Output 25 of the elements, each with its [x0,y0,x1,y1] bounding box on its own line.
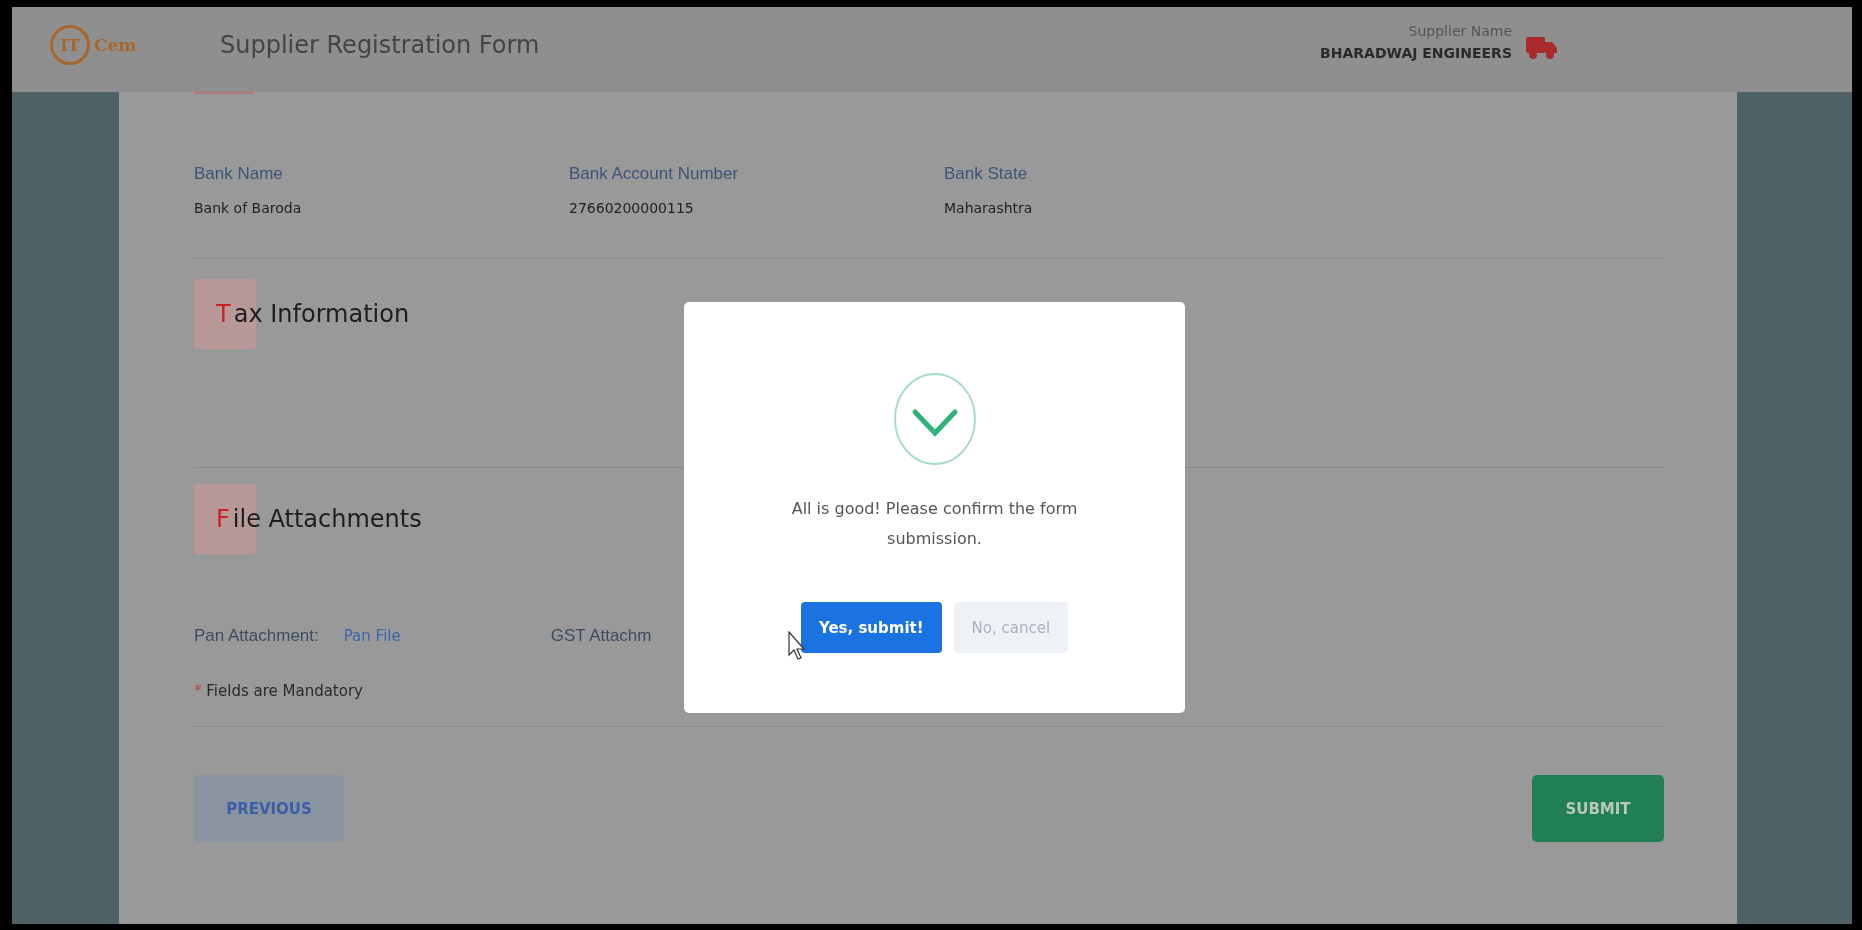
supplier-label: Supplier Name [1407,23,1512,39]
mouse-cursor-icon [788,631,808,661]
confirm-button[interactable]: Yes, submit! [800,602,942,653]
field-label: Bank Account Number [569,164,740,184]
logo-name: Cem [94,35,137,55]
submit-button[interactable]: SUBMIT [1532,775,1664,842]
field-value: 27660200000115 [569,200,695,216]
field-label: Bank Name [194,164,284,184]
page-title: Supplier Registration Form [220,31,540,59]
success-check-icon [892,372,977,466]
logo-mark: IT [50,25,90,65]
field-label: Bank State [944,164,1029,184]
cancel-button[interactable]: No, cancel [953,602,1069,653]
attachment-label: Pan Attachment: [194,626,319,646]
previous-button[interactable]: PREVIOUS [194,775,344,842]
field-value: Maharashtra [944,200,1034,216]
supplier-name: BHARADWAJ ENGINEERS [1320,45,1512,61]
dialog-message: All is good! Please confirm the form submission. [790,498,1079,550]
file-link[interactable]: Pan File [343,627,401,645]
attachment-label: GST Attachm [550,626,652,646]
field-value: Bank of Baroda [194,200,303,216]
section-title: Tax Information [216,300,410,328]
mandatory-note: * Fields are Mandatory [194,682,364,700]
truck-icon [1526,35,1558,61]
section-title: File Attachments [216,505,422,533]
